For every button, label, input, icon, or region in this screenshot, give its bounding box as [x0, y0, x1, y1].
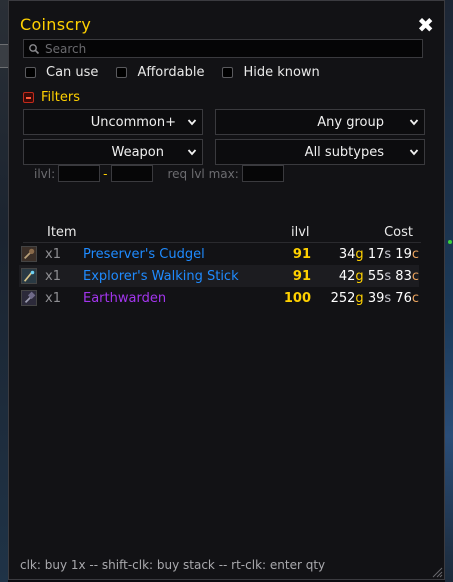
- chevron-down-icon: [409, 149, 419, 156]
- chevron-down-icon: [187, 149, 197, 156]
- table-row[interactable]: x1 Preserver's Cudgel 91 34g 17s 19c: [19, 243, 419, 265]
- gold-unit: g: [355, 246, 364, 262]
- item-level: 100: [283, 290, 311, 306]
- silver-amount: 55: [367, 268, 385, 284]
- group-dropdown[interactable]: Any group: [215, 109, 425, 135]
- hide-known-checkbox[interactable]: Hide known: [222, 65, 320, 80]
- item-name-link[interactable]: Preserver's Cudgel: [83, 247, 205, 262]
- ilvl-min-input[interactable]: [58, 165, 101, 182]
- search-box[interactable]: [23, 39, 423, 58]
- checkbox-box[interactable]: [222, 67, 234, 78]
- status-dot: [448, 240, 452, 244]
- item-name-link[interactable]: Earthwarden: [83, 291, 166, 306]
- checkbox-row: Can use Affordable Hide known: [25, 65, 320, 80]
- game-world-backdrop-left: [0, 0, 8, 582]
- search-input[interactable]: [45, 41, 415, 56]
- silver-unit: s: [384, 290, 392, 306]
- silver-unit: s: [384, 268, 392, 284]
- collapse-minus-icon[interactable]: [23, 92, 34, 103]
- copper-amount: 19: [395, 246, 412, 262]
- gold-amount: 34: [338, 246, 356, 262]
- ilvl-max-input[interactable]: [110, 165, 153, 182]
- copper-amount: 83: [395, 268, 412, 284]
- item-quantity: x1: [45, 246, 61, 262]
- item-cost: 252g 39s 76c: [331, 291, 419, 306]
- checkbox-label: Can use: [46, 65, 99, 80]
- chevron-down-icon: [187, 119, 197, 126]
- window-title: Coinscry: [20, 15, 92, 34]
- item-level: 91: [292, 268, 311, 284]
- range-dash: -: [103, 166, 108, 181]
- copper-unit: c: [411, 290, 419, 306]
- chevron-down-icon: [409, 119, 419, 126]
- dropdown-value: Any group: [317, 114, 384, 130]
- gold-unit: g: [355, 290, 364, 306]
- item-cost: 34g 17s 19c: [339, 247, 419, 262]
- staff-icon: [21, 268, 37, 284]
- header-cost[interactable]: Cost: [384, 225, 413, 240]
- item-quantity: x1: [45, 290, 61, 306]
- usage-hint: clk: buy 1x -- shift-clk: buy stack -- r…: [20, 558, 326, 572]
- table-row[interactable]: x1 Explorer's Walking Stick 91 42g 55s 8…: [19, 265, 419, 287]
- copper-unit: c: [411, 268, 419, 284]
- item-level: 91: [292, 246, 311, 262]
- filters-toggle[interactable]: Filters: [23, 90, 80, 105]
- copper-unit: c: [411, 246, 419, 262]
- filters-label: Filters: [41, 90, 80, 105]
- copper-amount: 76: [395, 290, 412, 306]
- checkbox-label: Affordable: [137, 65, 205, 80]
- search-icon: [29, 43, 40, 54]
- level-range-row: ilvl: - req lvl max:: [34, 165, 284, 182]
- item-name-link[interactable]: Explorer's Walking Stick: [83, 269, 239, 284]
- gold-unit: g: [355, 268, 364, 284]
- game-world-backdrop-right: [445, 0, 453, 582]
- checkbox-label: Hide known: [243, 65, 320, 80]
- gold-amount: 252: [330, 290, 356, 306]
- affordable-checkbox[interactable]: Affordable: [116, 65, 204, 80]
- header-item[interactable]: Item: [47, 225, 77, 240]
- req-level-input[interactable]: [241, 165, 284, 182]
- type-dropdown[interactable]: Weapon: [23, 139, 203, 165]
- table-row[interactable]: x1 Earthwarden 100 252g 39s 76c: [19, 287, 419, 309]
- close-icon[interactable]: ✖: [417, 15, 434, 35]
- hammer-icon: [21, 290, 37, 306]
- ilvl-label: ilvl:: [34, 166, 56, 181]
- coinscry-window: Coinscry ✖ Can use Affordable Hide known…: [8, 0, 445, 580]
- quality-dropdown[interactable]: Uncommon+: [23, 109, 203, 135]
- mace-icon: [21, 246, 37, 262]
- dropdown-value: Uncommon+: [90, 114, 176, 130]
- checkbox-box[interactable]: [116, 67, 128, 78]
- subtype-dropdown[interactable]: All subtypes: [215, 139, 425, 165]
- item-cost: 42g 55s 83c: [339, 269, 419, 284]
- checkbox-box[interactable]: [25, 67, 36, 78]
- silver-amount: 39: [367, 290, 385, 306]
- dropdown-value: All subtypes: [304, 144, 384, 160]
- can-use-checkbox[interactable]: Can use: [25, 65, 98, 80]
- table-header: Item ilvl Cost: [47, 225, 417, 241]
- silver-unit: s: [384, 246, 392, 262]
- resize-grip-icon[interactable]: [431, 566, 443, 578]
- item-quantity: x1: [45, 268, 61, 284]
- gold-amount: 42: [338, 268, 356, 284]
- req-level-label: req lvl max:: [167, 166, 239, 181]
- header-ilvl[interactable]: ilvl: [291, 225, 310, 240]
- silver-amount: 17: [367, 246, 385, 262]
- dropdown-value: Weapon: [111, 144, 164, 160]
